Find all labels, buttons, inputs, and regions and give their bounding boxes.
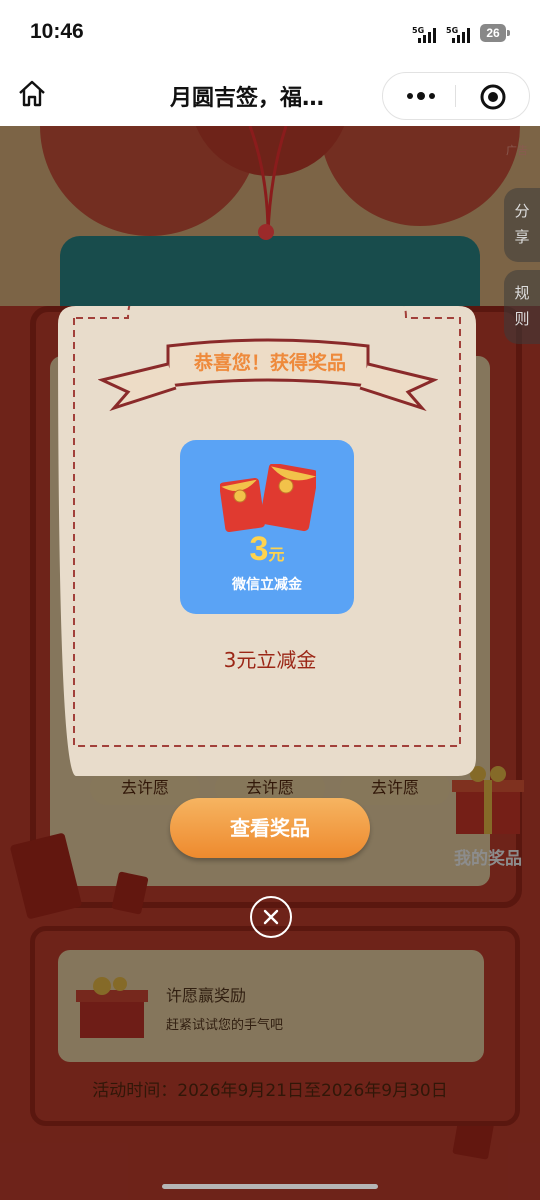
- page-title: 月圆吉签，福…: [170, 86, 325, 111]
- share-tab[interactable]: 分享: [504, 188, 540, 262]
- prize-name: 3元立减金: [223, 648, 317, 672]
- capsule-divider: [455, 85, 456, 107]
- close-icon: [263, 909, 279, 925]
- close-miniprogram-icon[interactable]: [479, 83, 507, 111]
- more-icon[interactable]: [405, 88, 437, 104]
- battery-tip: [507, 30, 510, 36]
- close-popup-button[interactable]: [250, 896, 292, 938]
- status-bar: 10:46 5G 5G 26: [0, 0, 540, 66]
- battery-icon: 26: [480, 24, 506, 42]
- signal-icon: [418, 28, 436, 43]
- page-background: 去许愿 去许愿 去许愿 我的奖品 许愿赢奖励 赶紧试试您的手气吧 活动时间：20…: [0, 126, 540, 1200]
- home-icon[interactable]: [16, 78, 48, 110]
- home-indicator: [162, 1184, 378, 1189]
- nav-bar: 月圆吉签，福…: [0, 66, 540, 126]
- rules-tab[interactable]: 规则: [504, 270, 540, 344]
- prize-amount: 3元: [180, 530, 354, 569]
- prize-type: 微信立减金: [232, 577, 302, 593]
- string-hole: [258, 224, 274, 240]
- ad-label: 广告: [506, 144, 528, 157]
- popup-title: 恭喜您！获得奖品: [193, 352, 346, 374]
- prize-amount-number: 3: [249, 530, 269, 568]
- prize-image: 3元 微信立减金: [180, 440, 354, 614]
- prize-amount-unit: 元: [268, 547, 285, 564]
- status-time: 10:46: [30, 20, 84, 43]
- rules-tab-label: 规则: [514, 284, 530, 328]
- share-tab-label: 分享: [514, 202, 530, 246]
- capsule-menu: [382, 72, 530, 120]
- signal-icon-2: [452, 28, 470, 43]
- red-envelope-icon: [220, 464, 316, 533]
- view-prize-button[interactable]: 查看奖品: [170, 798, 370, 858]
